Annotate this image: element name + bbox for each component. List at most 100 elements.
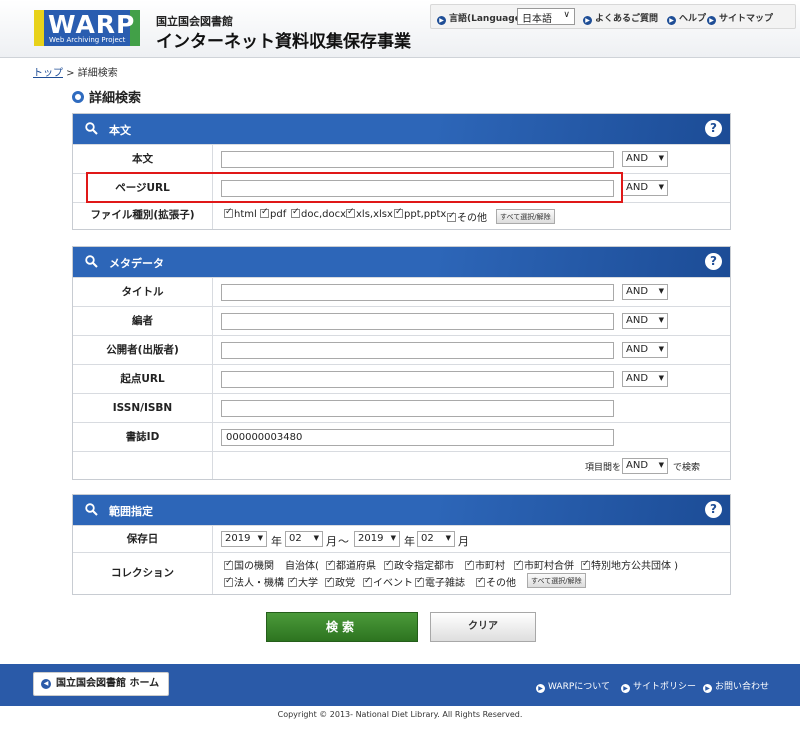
collection-checkbox[interactable]: 法人・機構 (224, 574, 284, 589)
arrow-icon: ▶ (437, 16, 446, 25)
checkbox-icon (465, 561, 474, 570)
collection-checkbox[interactable]: 大学 (288, 574, 318, 589)
publisher-input[interactable] (221, 342, 614, 359)
sitemap-link[interactable]: ▶サイトマップ (707, 11, 773, 25)
checkbox-icon (514, 561, 523, 570)
filetype-checkbox[interactable]: html (224, 209, 257, 220)
filetype-checkbox[interactable]: doc,docx (291, 209, 346, 220)
operator-select[interactable]: AND▼ (622, 313, 668, 329)
site-policy-link[interactable]: ▶サイトポリシー (621, 679, 696, 693)
editor-input[interactable] (221, 313, 614, 330)
row-issn: ISSN/ISBN (73, 393, 730, 422)
chevron-down-icon: ▼ (258, 534, 263, 542)
help-icon[interactable]: ? (705, 120, 722, 137)
about-warp-link[interactable]: ▶WARPについて (536, 679, 610, 693)
contact-link[interactable]: ▶お問い合わせ (703, 679, 769, 693)
row-label: 編者 (73, 307, 213, 335)
row-cell (214, 394, 730, 422)
collection-checkbox[interactable]: 政令指定都市 (384, 557, 454, 572)
checkbox-icon (224, 561, 233, 570)
from-year-select[interactable]: 2019▼ (221, 531, 267, 547)
help-icon[interactable]: ? (705, 501, 722, 518)
checkbox-icon (224, 578, 233, 587)
chevron-down-icon: ▼ (659, 316, 664, 324)
row-label: ファイル種別(拡張子) (73, 203, 213, 229)
row-bib-id: 書誌ID 000000003480 (73, 422, 730, 451)
to-year-select[interactable]: 2019▼ (354, 531, 400, 547)
to-month-select[interactable]: 02▼ (417, 531, 455, 547)
chevron-down-icon: ∨ (563, 10, 570, 20)
bib-id-input[interactable]: 000000003480 (221, 429, 614, 446)
search-icon (85, 503, 98, 516)
collection-checkbox[interactable]: 政党 (325, 574, 355, 589)
arrow-icon: ▶ (583, 16, 592, 25)
issn-input[interactable] (221, 400, 614, 417)
row-cell: 国の機関 自治体( 都道府県 政令指定都市 市町村 市町村合併 特別地方公共団体… (214, 553, 730, 594)
select-all-button[interactable]: すべて選択/解除 (527, 573, 586, 588)
chevron-down-icon: ▼ (391, 534, 396, 542)
utility-bar: ▶言語(Language) 日本語∨ ▶よくあるご質問 ▶ヘルプ ▶サイトマップ (430, 4, 796, 29)
collection-checkbox[interactable]: 市町村合併 (514, 557, 574, 572)
collection-checkbox[interactable]: その他 (476, 574, 516, 589)
row-label: 保存日 (73, 526, 213, 552)
operator-select[interactable]: AND▼ (622, 180, 668, 196)
help-icon[interactable]: ? (705, 253, 722, 270)
chevron-down-icon: ▼ (659, 461, 664, 469)
operator-select[interactable]: AND▼ (622, 151, 668, 167)
filetype-checkbox[interactable]: その他 (447, 209, 487, 224)
checkbox-icon (384, 561, 393, 570)
select-all-button[interactable]: すべて選択/解除 (496, 209, 555, 224)
from-month-select[interactable]: 02▼ (285, 531, 323, 547)
filetype-checkbox[interactable]: pdf (260, 209, 286, 220)
checkbox-icon (476, 578, 485, 587)
start-url-input[interactable] (221, 371, 614, 388)
between-suffix: で検索 (673, 460, 700, 473)
help-link[interactable]: ▶ヘルプ (667, 11, 706, 25)
warp-logo[interactable]: WARP Web Archiving Project (34, 10, 140, 46)
checkbox-icon (447, 213, 456, 222)
panel-range: 範囲指定 ? 保存日 2019▼ 年 02▼ 月 ～ 2019▼ 年 02▼ 月… (72, 494, 731, 595)
collection-checkbox[interactable]: 特別地方公共団体 ) (581, 557, 678, 572)
title-input[interactable] (221, 284, 614, 301)
checkbox-icon (224, 209, 233, 218)
checkbox-icon (260, 209, 269, 218)
collection-checkbox[interactable]: 国の機関 (224, 557, 274, 572)
breadcrumb: トップ > 詳細検索 (33, 64, 118, 79)
logo-subtext: Web Archiving Project (49, 36, 125, 44)
row-cell: 項目間を AND▼ で検索 (214, 452, 730, 479)
month-unit: 月 (326, 533, 337, 549)
collection-checkbox[interactable]: 市町村 (465, 557, 505, 572)
breadcrumb-top-link[interactable]: トップ (33, 68, 63, 79)
checkbox-icon (325, 578, 334, 587)
collection-checkbox[interactable]: 都道府県 (326, 557, 376, 572)
clear-button[interactable]: クリア (430, 612, 536, 642)
between-operator-select[interactable]: AND▼ (622, 458, 668, 474)
row-label: 公開者(出版者) (73, 336, 213, 364)
operator-select[interactable]: AND▼ (622, 284, 668, 300)
checkbox-icon (288, 578, 297, 587)
row-label: ISSN/ISBN (73, 394, 213, 422)
operator-select[interactable]: AND▼ (622, 342, 668, 358)
copyright: Copyright © 2013- National Diet Library.… (0, 706, 800, 732)
row-cell: AND▼ (214, 365, 730, 393)
page-title: 詳細検索 (72, 87, 141, 106)
highlight-box (86, 172, 623, 203)
filetype-checkbox[interactable]: xls,xlsx (346, 209, 393, 220)
ndl-home-button[interactable]: ◀国立国会図書館 ホーム (33, 672, 169, 696)
panel-fulltext-title: 本文 (109, 122, 131, 138)
search-button[interactable]: 検索 (266, 612, 418, 642)
faq-link[interactable]: ▶よくあるご質問 (583, 11, 658, 25)
operator-select[interactable]: AND▼ (622, 371, 668, 387)
language-select[interactable]: 日本語∨ (517, 8, 575, 25)
fulltext-input[interactable] (221, 151, 614, 168)
checkbox-icon (581, 561, 590, 570)
panel-fulltext-header: 本文 ? (73, 114, 730, 144)
collection-checkbox[interactable]: イベント (363, 574, 413, 589)
filetype-checkbox[interactable]: ppt,pptx (394, 209, 446, 220)
row-publisher: 公開者(出版者) AND▼ (73, 335, 730, 364)
collection-checkbox[interactable]: 電子雑誌 (415, 574, 465, 589)
site-title: インターネット資料収集保存事業 (156, 27, 411, 52)
row-save-date: 保存日 2019▼ 年 02▼ 月 ～ 2019▼ 年 02▼ 月 (73, 525, 730, 552)
between-prefix: 項目間を (585, 460, 621, 473)
row-label: タイトル (73, 278, 213, 306)
